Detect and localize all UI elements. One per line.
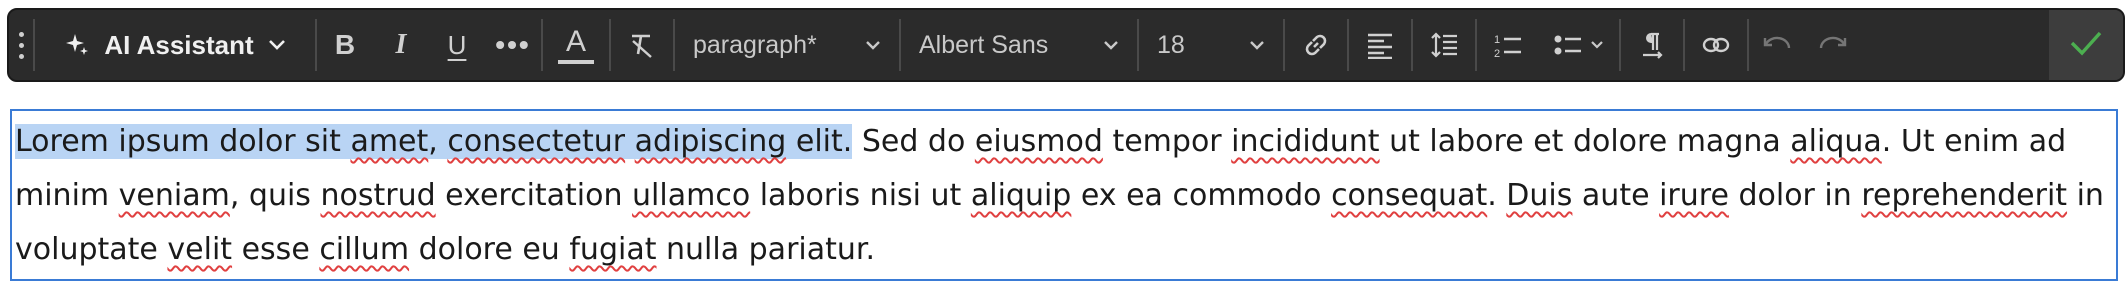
- chevron-down-icon: [268, 39, 286, 51]
- bold-button[interactable]: B: [317, 10, 373, 80]
- misspelled-word: consequat: [1331, 178, 1488, 213]
- text-run: dolor in: [1728, 178, 1862, 213]
- clear-format-button[interactable]: [611, 10, 673, 80]
- text-run: , quis: [229, 178, 321, 213]
- editor-toolbar: AI Assistant B I U ••• A paragraph* Albe…: [7, 8, 2125, 82]
- unlink-button[interactable]: [1685, 10, 1747, 80]
- misspelled-word: veniam: [118, 178, 230, 213]
- checkmark-icon: [2069, 29, 2103, 62]
- misspelled-word: aliqua: [1790, 124, 1882, 159]
- line-height-button[interactable]: [1413, 10, 1475, 80]
- bold-icon: B: [334, 29, 356, 60]
- align-left-button[interactable]: [1349, 10, 1411, 80]
- bullet-list-button[interactable]: [1539, 10, 1619, 80]
- selected-text-run: Lorem ipsum dolor sit: [15, 124, 351, 159]
- text-color-icon: A: [565, 25, 586, 58]
- misspelled-word: velit: [167, 232, 233, 267]
- text-run: nulla pariatur.: [656, 232, 876, 267]
- misspelled-word: irure: [1659, 178, 1729, 213]
- confirm-button[interactable]: [2049, 10, 2123, 80]
- svg-text:1: 1: [1494, 34, 1500, 46]
- align-left-icon: [1365, 31, 1395, 59]
- link-icon: [1300, 29, 1332, 61]
- misspelled-word: eiusmod: [974, 124, 1103, 159]
- line-height-icon: [1429, 31, 1459, 59]
- ordered-list-button[interactable]: 12: [1477, 10, 1539, 80]
- unlink-icon: [1701, 32, 1731, 58]
- text-run: Sed do: [852, 124, 975, 159]
- text-run: .: [1487, 178, 1507, 213]
- text-run: dolore eu: [409, 232, 570, 267]
- text-run: tempor: [1102, 124, 1232, 159]
- ordered-list-icon: 12: [1493, 31, 1523, 59]
- clear-format-icon: [628, 31, 656, 59]
- drag-handle-icon[interactable]: [9, 10, 33, 80]
- svg-text:2: 2: [1494, 48, 1500, 59]
- text-run: laboris nisi ut: [750, 178, 971, 213]
- misspelled-word: Duis: [1506, 178, 1573, 213]
- text-run: ex ea commodo: [1071, 178, 1332, 213]
- chevron-down-icon: [865, 40, 881, 50]
- redo-button[interactable]: [1805, 10, 1861, 80]
- misspelled-word: aliquip: [970, 178, 1072, 213]
- paragraph-direction-button[interactable]: [1621, 10, 1683, 80]
- rich-text-editor[interactable]: Lorem ipsum dolor sit amet, consectetur …: [10, 109, 2118, 281]
- paragraph-style-select[interactable]: paragraph*: [675, 10, 899, 80]
- selected-text-run: elit.: [786, 124, 853, 159]
- chevron-down-icon: [1249, 40, 1265, 50]
- misspelled-word: fugiat: [569, 232, 657, 267]
- misspelled-word: reprehenderit: [1861, 178, 2068, 213]
- paragraph-style-value: paragraph*: [693, 30, 817, 59]
- font-size-value: 18: [1157, 30, 1185, 59]
- font-size-select[interactable]: 18: [1139, 10, 1283, 80]
- text-color-swatch: [558, 60, 594, 64]
- font-family-select[interactable]: Albert Sans: [901, 10, 1137, 80]
- text-run: ut labore et dolore magna: [1379, 124, 1791, 159]
- misspelled-word: adipiscing: [634, 124, 787, 159]
- underline-icon: U: [447, 29, 467, 60]
- more-icon: •••: [495, 29, 531, 60]
- font-family-value: Albert Sans: [919, 30, 1049, 59]
- ai-assistant-button[interactable]: AI Assistant: [35, 10, 315, 80]
- misspelled-word: incididunt: [1231, 124, 1380, 159]
- italic-button[interactable]: I: [373, 10, 429, 80]
- underline-button[interactable]: U: [429, 10, 485, 80]
- chevron-down-icon: [1103, 40, 1119, 50]
- text-run: aute: [1572, 178, 1660, 213]
- chevron-down-icon: [1590, 40, 1604, 50]
- misspelled-word: amet: [350, 124, 429, 159]
- redo-icon: [1818, 34, 1848, 56]
- more-formatting-button[interactable]: •••: [485, 10, 541, 80]
- undo-button[interactable]: [1749, 10, 1805, 80]
- text-color-button[interactable]: A: [543, 10, 609, 80]
- paragraph-direction-icon: [1637, 30, 1667, 60]
- bullet-list-icon: [1554, 33, 1582, 57]
- italic-icon: I: [395, 29, 407, 60]
- text-run: esse: [232, 232, 320, 267]
- link-button[interactable]: [1285, 10, 1347, 80]
- selected-text-run: ,: [428, 124, 448, 159]
- sparkle-icon: [64, 32, 90, 58]
- misspelled-word: cillum: [319, 232, 410, 267]
- undo-icon: [1762, 34, 1792, 56]
- selected-text-run: [625, 124, 635, 159]
- text-run: exercitation: [435, 178, 633, 213]
- misspelled-word: consectetur: [447, 124, 626, 159]
- ai-assistant-label: AI Assistant: [104, 29, 254, 60]
- misspelled-word: ullamco: [632, 178, 751, 213]
- misspelled-word: nostrud: [320, 178, 436, 213]
